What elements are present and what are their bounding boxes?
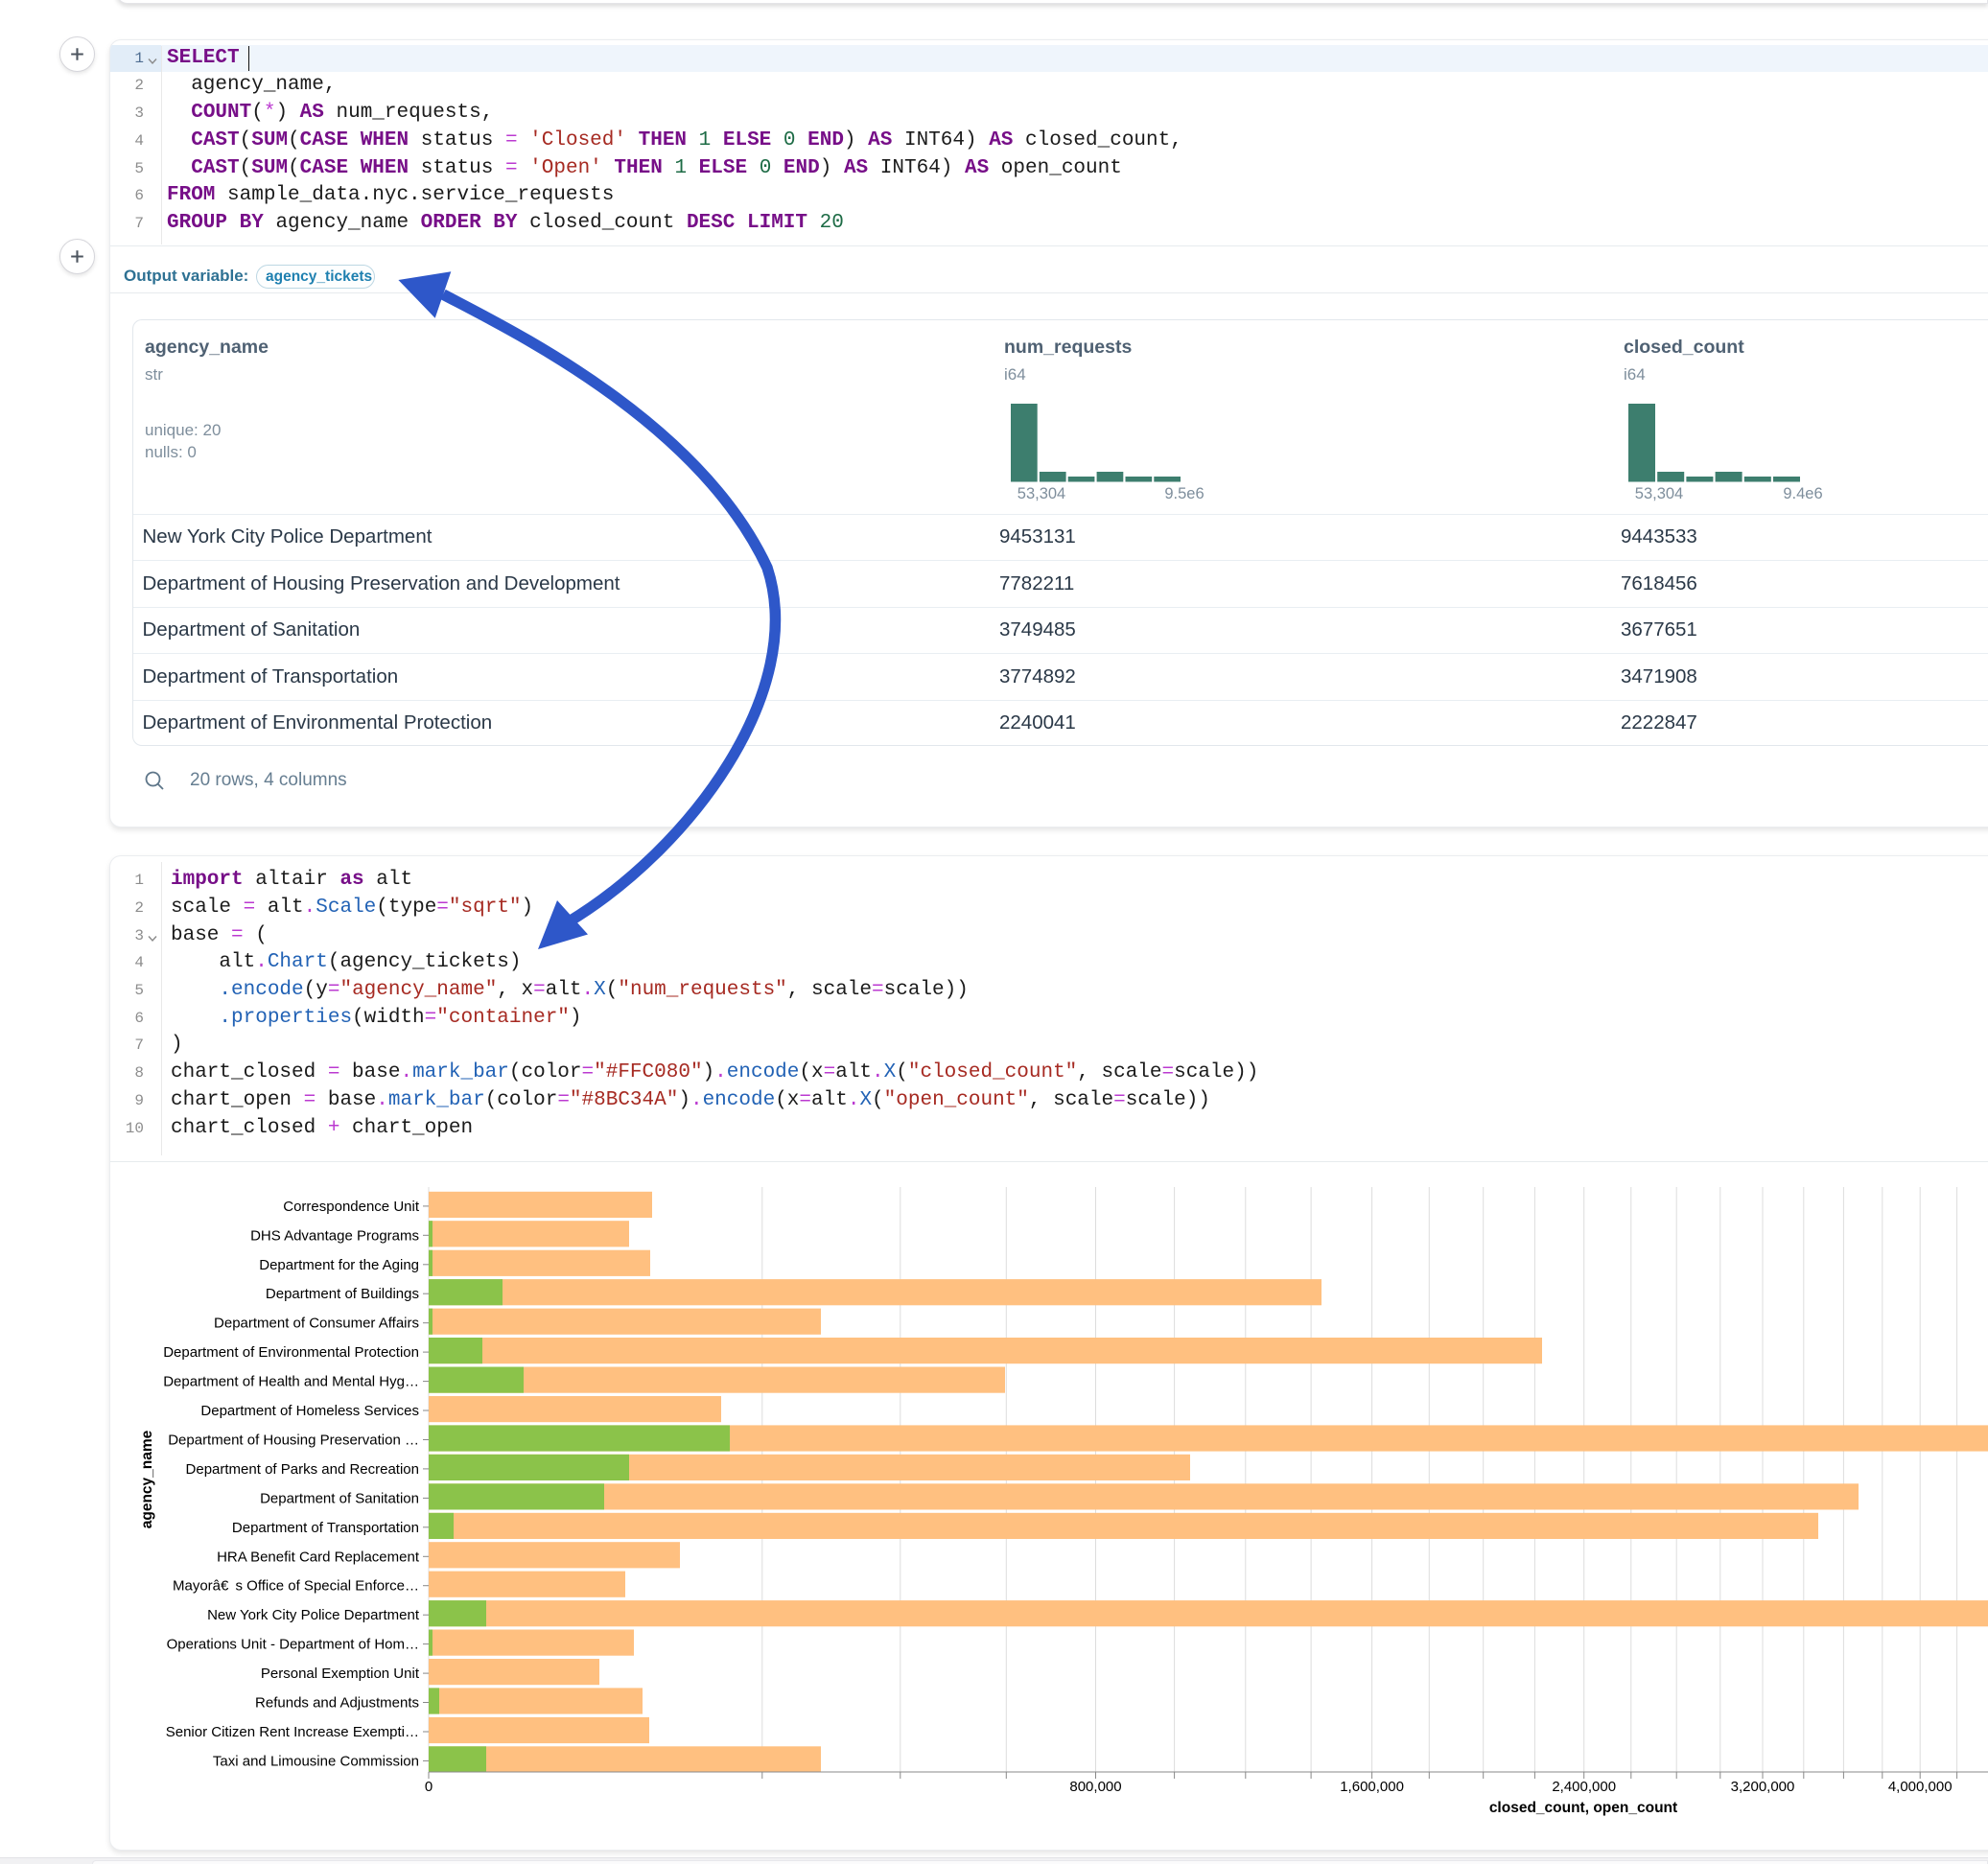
svg-text:Department of Buildings: Department of Buildings	[266, 1286, 419, 1302]
svg-text:New York City Police Departmen: New York City Police Department	[207, 1607, 420, 1623]
svg-text:Department of Housing Preserva: Department of Housing Preservation …	[168, 1433, 419, 1449]
svg-text:closed_count, open_count: closed_count, open_count	[1489, 1800, 1677, 1816]
svg-text:Department of Transportation: Department of Transportation	[232, 1520, 419, 1536]
svg-text:Department of Sanitation: Department of Sanitation	[260, 1490, 419, 1506]
svg-text:agency_name: agency_name	[139, 1430, 155, 1528]
svg-text:Taxi and Limousine Commission: Taxi and Limousine Commission	[213, 1753, 419, 1769]
svg-text:1,600,000: 1,600,000	[1340, 1779, 1404, 1795]
svg-text:HRA Benefit Card Replacement: HRA Benefit Card Replacement	[217, 1549, 420, 1565]
svg-text:Department of Homeless Service: Department of Homeless Services	[200, 1403, 419, 1419]
svg-text:Operations Unit - Department o: Operations Unit - Department of Hom…	[167, 1637, 419, 1653]
svg-text:800,000: 800,000	[1069, 1779, 1121, 1795]
svg-text:Department of Parks and Recrea: Department of Parks and Recreation	[186, 1461, 419, 1478]
svg-text:Refunds and Adjustments: Refunds and Adjustments	[255, 1695, 419, 1712]
svg-text:2,400,000: 2,400,000	[1552, 1779, 1616, 1795]
svg-text:Senior Citizen Rent Increase E: Senior Citizen Rent Increase Exempti…	[166, 1724, 419, 1740]
svg-text:Personal Exemption Unit: Personal Exemption Unit	[261, 1666, 420, 1682]
svg-text:Mayorâ€ s Office of Special E: Mayorâ€ s Office of Special Enforce…	[173, 1578, 419, 1595]
svg-text:0: 0	[425, 1779, 433, 1795]
svg-text:DHS Advantage Programs: DHS Advantage Programs	[250, 1227, 419, 1244]
svg-text:3,200,000: 3,200,000	[1731, 1779, 1795, 1795]
svg-text:Department for the Aging: Department for the Aging	[259, 1257, 419, 1273]
svg-text:Department of Consumer Affairs: Department of Consumer Affairs	[214, 1316, 419, 1332]
svg-text:Department of Health and Menta: Department of Health and Mental Hyg…	[163, 1374, 419, 1390]
svg-text:4,000,000: 4,000,000	[1888, 1779, 1953, 1795]
svg-text:Correspondence Unit: Correspondence Unit	[283, 1199, 420, 1215]
svg-text:Department of Environmental Pr: Department of Environmental Protection	[163, 1344, 419, 1361]
